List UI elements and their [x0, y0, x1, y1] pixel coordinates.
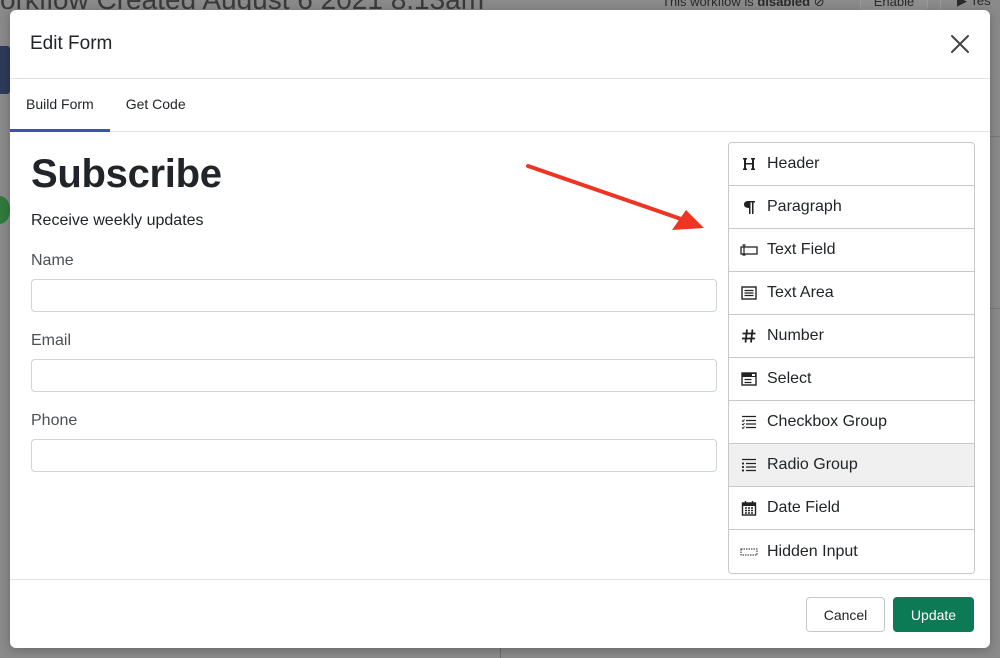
- close-icon: [951, 35, 969, 53]
- hidden-input-icon: [740, 543, 758, 561]
- update-button[interactable]: Update: [893, 597, 974, 632]
- test-button-label: Tes: [970, 0, 991, 8]
- palette-item-label: Header: [767, 155, 820, 172]
- test-button[interactable]: ▶ Tes: [940, 0, 1000, 10]
- palette-item-label: Text Area: [767, 284, 834, 301]
- palette-item-label: Checkbox Group: [767, 413, 888, 430]
- phone-field[interactable]: [31, 439, 717, 472]
- field-palette: Header Paragraph Text Field Text Area Nu…: [728, 142, 975, 574]
- radio-list-icon: [740, 456, 758, 474]
- palette-item-label: Text Field: [767, 241, 836, 258]
- enable-button[interactable]: Enable: [860, 0, 928, 10]
- workflow-status-prefix: This workflow is: [662, 0, 758, 9]
- play-icon: ▶: [957, 0, 971, 8]
- modal-header: Edit Form: [10, 10, 990, 79]
- header-icon: [740, 155, 758, 173]
- palette-item-text-area[interactable]: Text Area: [729, 272, 974, 315]
- email-field[interactable]: [31, 359, 717, 392]
- tab-get-code[interactable]: Get Code: [110, 79, 202, 132]
- edit-form-modal: Edit Form Build Form Get Code Subscribe …: [10, 10, 990, 648]
- palette-item-number[interactable]: Number: [729, 315, 974, 358]
- close-button[interactable]: [948, 32, 972, 56]
- tab-build-form[interactable]: Build Form: [10, 79, 110, 132]
- name-label: Name: [31, 252, 74, 269]
- palette-item-checkbox-group[interactable]: Checkbox Group: [729, 401, 974, 444]
- calendar-icon: [740, 499, 758, 517]
- palette-item-label: Hidden Input: [767, 542, 858, 560]
- palette-item-radio-group[interactable]: Radio Group: [729, 444, 974, 487]
- palette-item-label: Date Field: [767, 499, 840, 516]
- palette-item-paragraph[interactable]: Paragraph: [729, 186, 974, 229]
- palette-item-header[interactable]: Header: [729, 143, 974, 186]
- modal-footer: Cancel Update: [10, 579, 990, 648]
- email-label: Email: [31, 332, 72, 349]
- workflow-status: This workflow is disabled ⊘: [662, 0, 825, 10]
- annotation-arrow-icon: [526, 164, 704, 230]
- name-field[interactable]: [31, 279, 717, 312]
- divider: [990, 308, 1000, 309]
- palette-item-text-field[interactable]: Text Field: [729, 229, 974, 272]
- divider: [990, 136, 1000, 137]
- cancel-button[interactable]: Cancel: [806, 597, 885, 632]
- palette-item-label: Number: [767, 327, 824, 344]
- select-icon: [740, 370, 758, 388]
- palette-item-hidden-input[interactable]: Hidden Input: [729, 530, 974, 573]
- paragraph-icon: [740, 198, 758, 216]
- palette-item-select[interactable]: Select: [729, 358, 974, 401]
- modal-title: Edit Form: [30, 33, 113, 54]
- check-icon: [0, 196, 10, 224]
- modal-body: Subscribe Receive weekly updates Name Em…: [10, 132, 990, 579]
- disabled-icon: ⊘: [813, 0, 825, 9]
- palette-item-label: Radio Group: [767, 456, 858, 473]
- palette-item-label: Select: [767, 370, 812, 387]
- checkbox-list-icon: [740, 413, 758, 431]
- workflow-status-value: disabled: [757, 0, 811, 9]
- palette-item-date-field[interactable]: Date Field: [729, 487, 974, 530]
- text-area-icon: [740, 284, 758, 302]
- tab-bar: Build Form Get Code: [10, 79, 990, 132]
- text-field-icon: [740, 241, 758, 259]
- hash-icon: [740, 327, 758, 345]
- phone-label: Phone: [31, 412, 78, 429]
- palette-item-label: Paragraph: [767, 198, 842, 215]
- sidebar-node-icon: [0, 46, 10, 94]
